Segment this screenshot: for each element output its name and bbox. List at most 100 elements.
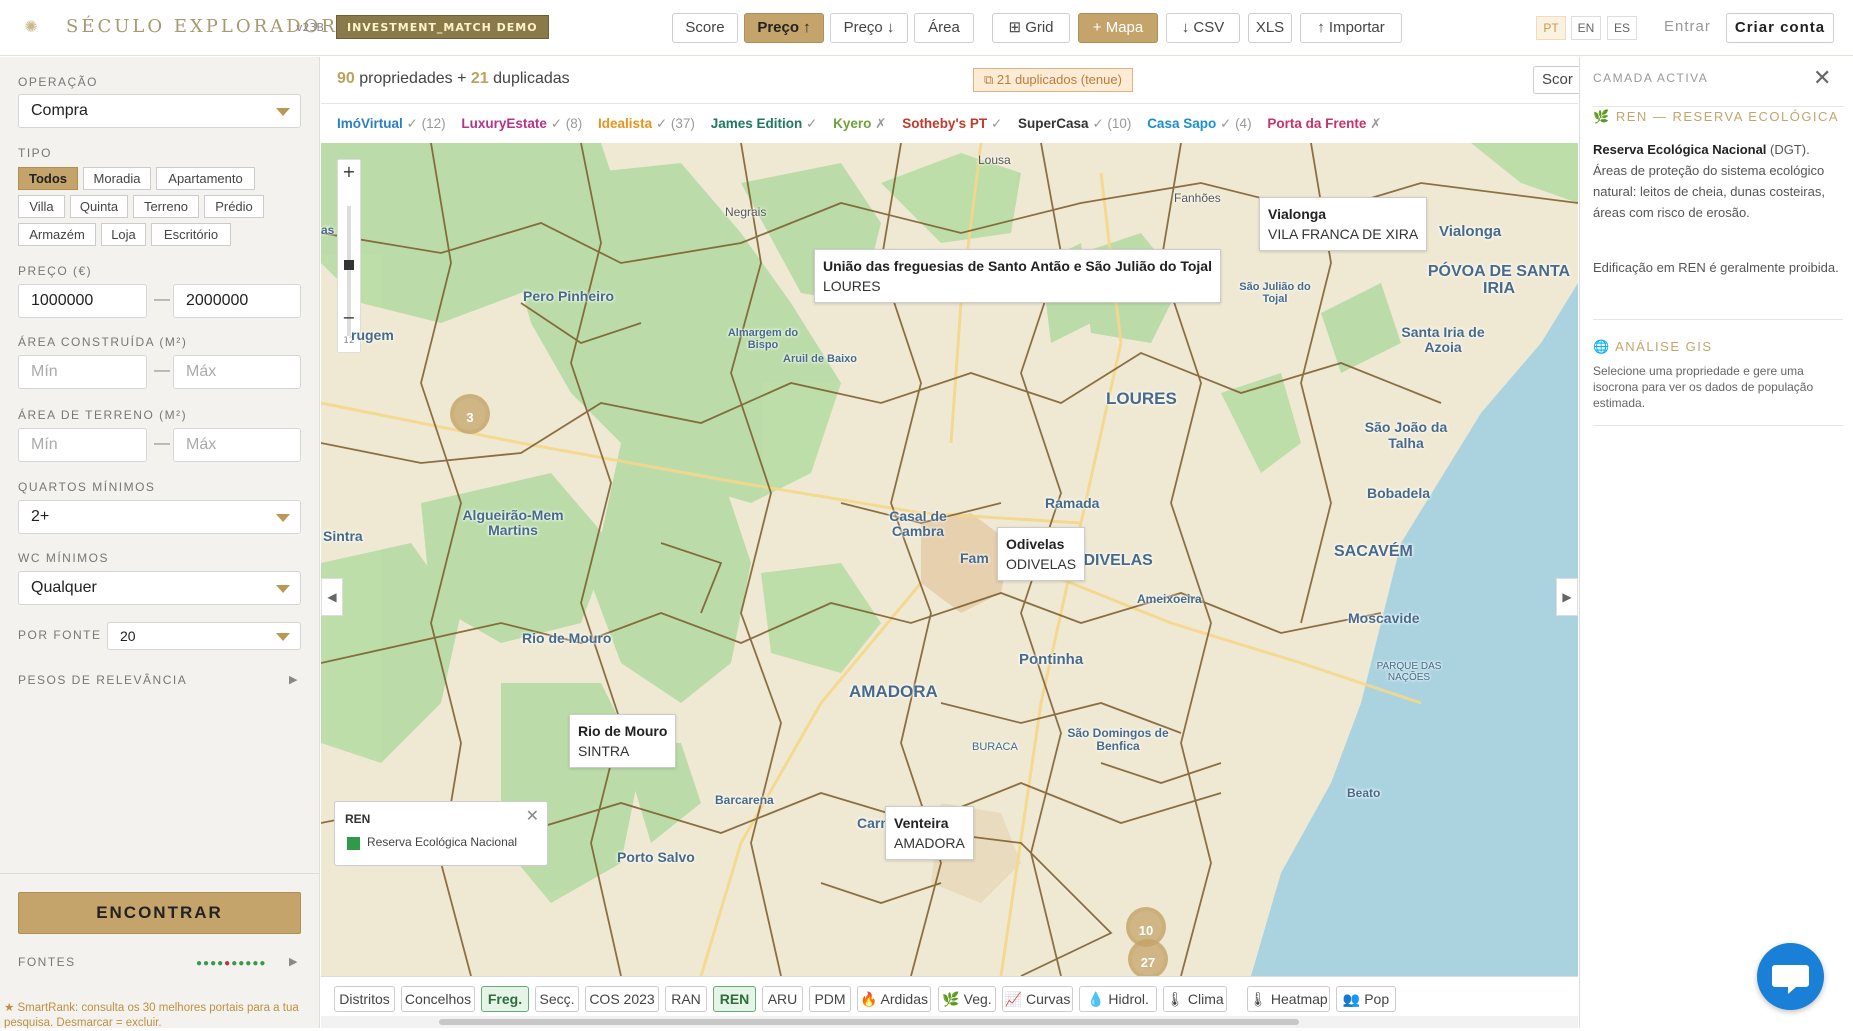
- tipo-chip-armazem[interactable]: Armazém: [18, 223, 96, 246]
- zoom-in-button[interactable]: +: [338, 162, 360, 181]
- area-construida-max-input[interactable]: Máx: [173, 355, 301, 389]
- layer-vegetacao-toggle[interactable]: 🌿 Veg.: [938, 986, 996, 1012]
- scrollbar-thumb[interactable]: [439, 1019, 1299, 1025]
- quartos-select[interactable]: 2+: [18, 500, 301, 534]
- signup-button[interactable]: Criar conta: [1726, 13, 1834, 43]
- ren-section-label: REN — RESERVA ECOLÓGICA: [1615, 109, 1840, 124]
- source-idealista[interactable]: Idealista ✓ (37): [598, 116, 695, 132]
- export-xls-button[interactable]: XLS: [1248, 13, 1292, 43]
- ren-description: Reserva Ecológica Nacional (DGT). Áreas …: [1593, 139, 1843, 223]
- source-mark: ✓: [990, 116, 1003, 131]
- import-button[interactable]: ↑ Importar: [1300, 13, 1402, 43]
- property-cluster-marker[interactable]: 3: [450, 394, 490, 434]
- caret-down-icon: [276, 585, 290, 593]
- tipo-chip-predio[interactable]: Prédio: [204, 195, 264, 218]
- lang-es-button[interactable]: ES: [1607, 16, 1637, 40]
- place-label: Fam: [960, 550, 989, 566]
- layer-hidrologia-toggle[interactable]: 💧 Hidrol.: [1079, 986, 1157, 1012]
- encontrar-button[interactable]: ENCONTRAR: [18, 892, 301, 934]
- layer-concelhos-toggle[interactable]: Concelhos: [401, 986, 475, 1012]
- sort-price-asc-button[interactable]: Preço ↑: [744, 13, 824, 43]
- close-icon[interactable]: ✕: [1813, 65, 1831, 91]
- lang-en-button[interactable]: EN: [1571, 16, 1601, 40]
- caret-down-icon: [276, 514, 290, 522]
- divider: [1593, 319, 1843, 320]
- pesos-relevancia-toggle[interactable]: PESOS DE RELEVÂNCIA: [18, 673, 187, 687]
- layer-aru-toggle[interactable]: ARU: [762, 986, 803, 1012]
- source-porta-da-frente[interactable]: Porta da Frente ✗: [1267, 116, 1381, 132]
- property-cluster-marker[interactable]: 27: [1128, 939, 1168, 976]
- area-construida-min-input[interactable]: Mín: [18, 355, 147, 389]
- layer-ran-toggle[interactable]: RAN: [665, 986, 707, 1012]
- place-label: São Julião do Tojal: [1239, 281, 1311, 305]
- por-fonte-select[interactable]: 20: [107, 622, 301, 650]
- horizontal-scrollbar[interactable]: [321, 1016, 1578, 1028]
- wc-select[interactable]: Qualquer: [18, 571, 301, 605]
- expand-arrow-icon[interactable]: ▶: [289, 955, 297, 968]
- parish-tooltip[interactable]: Venteira AMADORA: [885, 806, 974, 860]
- layer-cos-toggle[interactable]: COS 2023: [585, 986, 659, 1012]
- parish-tooltip[interactable]: Rio de Mouro SINTRA: [569, 714, 677, 768]
- source-james-edition[interactable]: James Edition ✓: [711, 116, 818, 132]
- layer-seccoes-toggle[interactable]: Secç.: [535, 986, 579, 1012]
- parish-tooltip[interactable]: União das freguesias de Santo Antão e Sã…: [814, 249, 1221, 303]
- layer-distritos-toggle[interactable]: Distritos: [334, 986, 395, 1012]
- place-label: PÓVOA DE SANTA IRIA: [1427, 263, 1571, 297]
- layer-freguesias-toggle[interactable]: Freg.: [481, 986, 529, 1012]
- layer-ardidas-toggle[interactable]: 🔥 Ardidas: [857, 986, 931, 1012]
- sort-score-button[interactable]: Score: [672, 13, 738, 43]
- source-luxuryestate[interactable]: LuxuryEstate ✓ (8): [461, 116, 582, 132]
- source-casa-sapo[interactable]: Casa Sapo ✓ (4): [1147, 116, 1251, 132]
- place-label: Santa Iria de Azoia: [1401, 324, 1485, 355]
- source-name: Kyero: [833, 116, 872, 131]
- divider: [321, 103, 1578, 104]
- collapse-left-arrow-icon[interactable]: ◀: [321, 578, 343, 616]
- tipo-chip-escritorio[interactable]: Escritório: [151, 223, 231, 246]
- expand-arrow-icon[interactable]: ▶: [289, 673, 297, 686]
- chat-button[interactable]: [1757, 943, 1824, 1010]
- source-sothebys[interactable]: Sotheby's PT ✓: [902, 116, 1002, 132]
- layer-ren-toggle[interactable]: REN: [713, 986, 756, 1012]
- area-terreno-max-input[interactable]: Máx: [173, 428, 301, 462]
- sort-price-desc-button[interactable]: Preço ↓: [830, 13, 908, 43]
- zoom-out-button[interactable]: −: [338, 308, 360, 327]
- area-terreno-min-input[interactable]: Mín: [18, 428, 147, 462]
- sort-area-button[interactable]: Área: [914, 13, 974, 43]
- zoom-slider-handle[interactable]: [344, 260, 354, 270]
- place-label: Rio de Mouro: [522, 630, 612, 646]
- tipo-chip-apartamento[interactable]: Apartamento: [156, 167, 255, 190]
- duplicates-badge[interactable]: ⧉ 21 duplicados (tenue): [973, 68, 1133, 92]
- smartrank-note[interactable]: ★ SmartRank: consulta os 30 melhores por…: [4, 1001, 314, 1031]
- tipo-chip-quinta[interactable]: Quinta: [70, 195, 128, 218]
- source-kyero[interactable]: Kyero ✗: [833, 116, 886, 132]
- export-csv-button[interactable]: ↓ CSV: [1166, 13, 1240, 43]
- layer-clima-toggle[interactable]: 🌡 Clima: [1163, 986, 1227, 1012]
- tipo-chip-terreno[interactable]: Terreno: [133, 195, 199, 218]
- source-list: ImóVirtual ✓ (12) LuxuryEstate ✓ (8) Ide…: [337, 116, 1393, 132]
- lang-pt-button[interactable]: PT: [1536, 16, 1566, 40]
- layer-populacao-toggle[interactable]: 👥 Pop: [1336, 986, 1396, 1012]
- layer-heatmap-toggle[interactable]: 🌡 Heatmap: [1247, 986, 1330, 1012]
- parish-tooltip[interactable]: Vialonga VILA FRANCA DE XIRA: [1259, 197, 1428, 251]
- fontes-status-dots[interactable]: ●●●●●●●●●●: [196, 958, 266, 969]
- tipo-chip-villa[interactable]: Villa: [18, 195, 65, 218]
- map-view-button[interactable]: + Mapa: [1078, 13, 1158, 43]
- preco-min-input[interactable]: 1000000: [18, 284, 147, 318]
- close-icon[interactable]: ✕: [526, 806, 539, 826]
- preco-max-input[interactable]: 2000000: [173, 284, 301, 318]
- layer-pdm-toggle[interactable]: PDM: [809, 986, 851, 1012]
- divider: [1593, 106, 1843, 107]
- expand-right-arrow-icon[interactable]: ▶: [1556, 578, 1578, 616]
- tipo-chip-todos[interactable]: Todos: [18, 167, 78, 190]
- layer-curvas-toggle[interactable]: 📈 Curvas: [1002, 986, 1073, 1012]
- parish-tooltip[interactable]: Odivelas ODIVELAS: [997, 527, 1086, 581]
- tipo-chip-loja[interactable]: Loja: [101, 223, 146, 246]
- tipo-chip-moradia[interactable]: Moradia: [83, 167, 151, 190]
- login-link[interactable]: Entrar: [1664, 18, 1711, 35]
- source-imovirtual[interactable]: ImóVirtual ✓ (12): [337, 116, 446, 132]
- source-supercasa[interactable]: SuperCasa ✓ (10): [1018, 116, 1131, 132]
- operacao-select[interactable]: Compra: [18, 94, 301, 128]
- map-canvas[interactable]: + − 12 Lousa Fanhões Negrais Vialonga PÓ…: [321, 143, 1578, 976]
- grid-view-button[interactable]: ⊞ Grid: [992, 13, 1070, 43]
- sun-logo-icon[interactable]: ✺: [22, 18, 40, 36]
